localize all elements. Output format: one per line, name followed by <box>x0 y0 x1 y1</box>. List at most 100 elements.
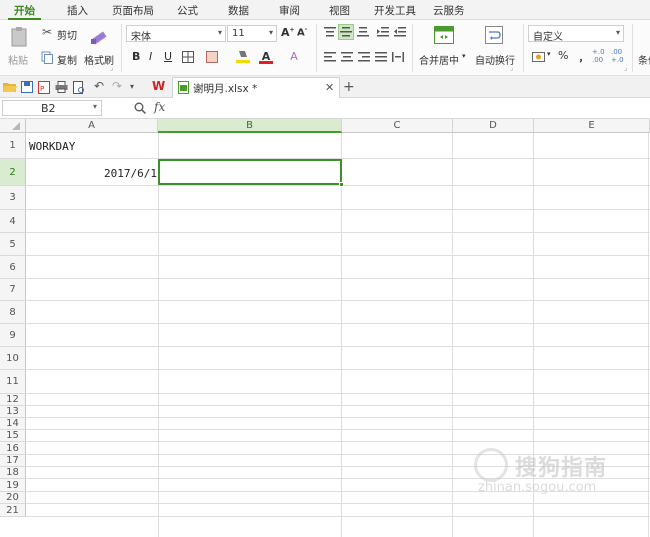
grow-font-icon[interactable]: A+ <box>281 26 295 39</box>
row-header-1[interactable]: 1 <box>0 133 26 159</box>
tab-formulas[interactable]: 公式 <box>177 3 198 18</box>
column-header-e[interactable]: E <box>534 119 650 133</box>
font-size-select[interactable]: 11 ▾ <box>227 25 277 42</box>
print-icon[interactable] <box>54 80 68 94</box>
row-header-17[interactable]: 17 <box>0 455 26 467</box>
align-right-icon[interactable] <box>357 51 371 63</box>
tab-page-layout[interactable]: 页面布局 <box>112 3 154 18</box>
align-center-icon[interactable] <box>340 51 354 63</box>
align-left-icon[interactable] <box>323 51 337 63</box>
row-header-10[interactable]: 10 <box>0 347 26 370</box>
tab-developer[interactable]: 开发工具 <box>374 3 416 18</box>
chevron-down-icon[interactable]: ▾ <box>462 52 466 60</box>
formula-input[interactable] <box>182 100 648 117</box>
tab-home[interactable]: 开始 <box>8 0 41 20</box>
select-all-corner[interactable] <box>0 119 26 133</box>
row-header-3[interactable]: 3 <box>0 186 26 210</box>
shrink-font-icon[interactable]: A- <box>297 26 307 38</box>
save-icon[interactable] <box>20 80 34 94</box>
percent-button[interactable]: % <box>558 49 568 62</box>
decrease-indent-icon[interactable] <box>376 26 390 38</box>
row-header-16[interactable]: 16 <box>0 442 26 455</box>
wrap-text-button[interactable]: 自动换行 <box>475 52 515 67</box>
row-header-18[interactable]: 18 <box>0 467 26 479</box>
row-header-15[interactable]: 15 <box>0 430 26 442</box>
number-launcher-icon[interactable]: ⌟ <box>624 64 627 72</box>
row-header-14[interactable]: 14 <box>0 418 26 430</box>
italic-button[interactable]: I <box>149 50 152 63</box>
print-preview-icon[interactable] <box>72 80 86 94</box>
row-header-5[interactable]: 5 <box>0 233 26 256</box>
increase-decimal-button[interactable]: +.0 .00 <box>592 48 606 64</box>
close-tab-icon[interactable]: ✕ <box>325 81 334 94</box>
tab-review[interactable]: 审阅 <box>279 3 300 18</box>
alignment-launcher-icon[interactable]: ⌟ <box>510 64 513 72</box>
column-header-a[interactable]: A <box>26 119 158 133</box>
document-tab[interactable]: 谢明月.xlsx * ✕ <box>172 77 340 98</box>
cut-button[interactable]: 剪切 <box>57 27 77 42</box>
redo-icon[interactable]: ↷ <box>110 79 124 93</box>
merge-center-button[interactable]: 合并居中 <box>419 52 459 67</box>
fill-color-icon[interactable] <box>236 48 250 64</box>
open-folder-icon[interactable] <box>3 80 17 94</box>
new-tab-icon[interactable]: + <box>343 79 355 95</box>
distribute-icon[interactable] <box>391 51 405 63</box>
column-header-b[interactable]: B <box>158 119 342 133</box>
row-header-2[interactable]: 2 <box>0 159 26 186</box>
tab-data[interactable]: 数据 <box>228 3 249 18</box>
row-header-21[interactable]: 21 <box>0 504 26 517</box>
active-cell-b2[interactable] <box>158 159 342 185</box>
clear-format-icon[interactable]: A <box>287 48 301 64</box>
column-header-c[interactable]: C <box>342 119 453 133</box>
row-header-12[interactable]: 12 <box>0 394 26 406</box>
tab-insert[interactable]: 插入 <box>67 3 88 18</box>
paste-icon[interactable] <box>8 26 30 48</box>
format-painter-icon[interactable] <box>88 26 110 46</box>
cell-a1[interactable]: WORKDAY <box>29 140 75 153</box>
export-pdf-icon[interactable]: P <box>37 80 51 94</box>
align-top-icon[interactable] <box>323 26 337 38</box>
align-bottom-icon[interactable] <box>356 26 370 38</box>
name-box[interactable]: B2 ▾ <box>2 100 102 116</box>
border-icon[interactable] <box>181 50 195 64</box>
column-header-d[interactable]: D <box>453 119 534 133</box>
cell-a2[interactable]: 2017/6/1 <box>104 167 157 180</box>
increase-indent-icon[interactable] <box>393 26 407 38</box>
tab-cloud[interactable]: 云服务 <box>433 3 465 18</box>
merge-center-icon[interactable] <box>434 25 454 45</box>
chevron-down-icon[interactable]: ▾ <box>547 50 551 58</box>
row-header-19[interactable]: 19 <box>0 479 26 492</box>
number-format-select[interactable]: 自定义 ▾ <box>528 25 624 43</box>
row-header-11[interactable]: 11 <box>0 370 26 394</box>
row-header-4[interactable]: 4 <box>0 210 26 233</box>
row-header-9[interactable]: 9 <box>0 324 26 347</box>
row-header-8[interactable]: 8 <box>0 301 26 324</box>
underline-button[interactable]: U <box>164 50 172 63</box>
align-middle-icon[interactable] <box>338 24 354 40</box>
clipboard-launcher-icon[interactable]: ⌟ <box>110 64 113 72</box>
chevron-down-icon: ▾ <box>615 28 620 37</box>
currency-icon[interactable] <box>531 49 545 63</box>
comma-button[interactable]: ﹐ <box>575 47 587 64</box>
justify-icon[interactable] <box>374 51 388 63</box>
wps-logo-icon[interactable]: W <box>152 79 165 93</box>
wrap-text-icon[interactable] <box>484 25 504 45</box>
fill-handle[interactable] <box>339 182 344 187</box>
paste-button[interactable]: 粘贴 <box>8 52 28 67</box>
row-header-20[interactable]: 20 <box>0 492 26 504</box>
decrease-decimal-button[interactable]: .00 +.0 <box>611 48 625 64</box>
row-header-6[interactable]: 6 <box>0 256 26 279</box>
font-color-icon[interactable]: A <box>259 48 273 64</box>
font-name-select[interactable]: 宋体 ▾ <box>126 25 226 43</box>
function-button[interactable]: fx <box>154 100 165 114</box>
row-header-7[interactable]: 7 <box>0 279 26 301</box>
cell-style-icon[interactable] <box>205 50 219 64</box>
conditional-format-button[interactable]: 条件 <box>638 52 650 67</box>
bold-button[interactable]: B <box>132 50 140 63</box>
row-header-13[interactable]: 13 <box>0 406 26 418</box>
undo-icon[interactable]: ↶ <box>92 79 106 93</box>
zoom-icon[interactable] <box>133 101 146 114</box>
chevron-down-icon[interactable]: ▾ <box>130 82 134 91</box>
copy-button[interactable]: 复制 <box>57 52 77 67</box>
tab-view[interactable]: 视图 <box>329 3 350 18</box>
